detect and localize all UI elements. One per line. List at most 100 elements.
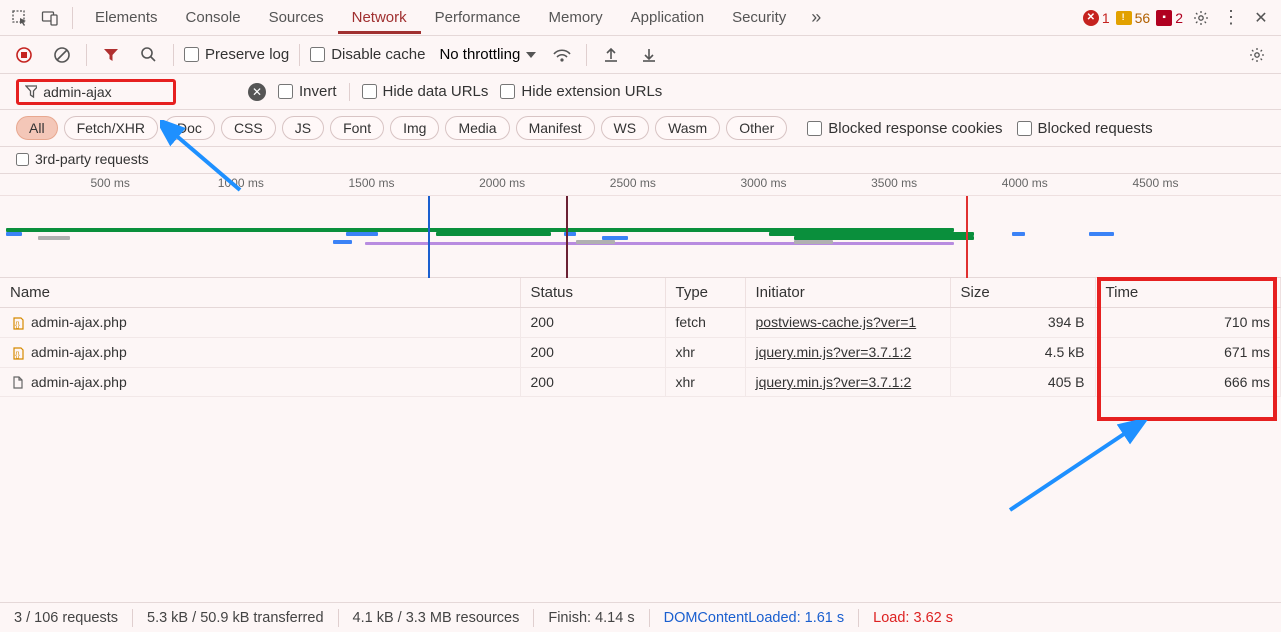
devtools-tab-bar: ElementsConsoleSourcesNetworkPerformance… (0, 0, 1281, 36)
record-button[interactable] (10, 41, 38, 69)
tab-console[interactable]: Console (172, 1, 255, 34)
status-bar: 3 / 106 requests 5.3 kB / 50.9 kB transf… (0, 602, 1281, 632)
type-chip-manifest[interactable]: Manifest (516, 116, 595, 140)
type-chip-fetchxhr[interactable]: Fetch/XHR (64, 116, 158, 140)
timeline-tick: 1500 ms (348, 176, 394, 190)
col-name[interactable]: Name (0, 278, 520, 308)
tab-application[interactable]: Application (617, 1, 718, 34)
kebab-menu-icon[interactable]: ⋮ (1217, 4, 1245, 32)
hide-data-input[interactable] (362, 84, 377, 99)
search-icon[interactable] (135, 41, 163, 69)
invert-checkbox[interactable]: Invert (278, 83, 337, 100)
tab-network[interactable]: Network (338, 1, 421, 34)
cell-status: 200 (520, 367, 665, 397)
cell-name: {}admin-ajax.php (0, 308, 520, 338)
request-table-container: Name Status Type Initiator Size Time {}a… (0, 278, 1281, 397)
cell-type: xhr (665, 337, 745, 367)
table-row[interactable]: {}admin-ajax.php200xhrjquery.min.js?ver=… (0, 337, 1281, 367)
hide-ext-urls-checkbox[interactable]: Hide extension URLs (500, 83, 662, 100)
initiator-link[interactable]: jquery.min.js?ver=3.7.1:2 (756, 374, 912, 390)
disable-cache-checkbox[interactable]: Disable cache (310, 46, 425, 63)
invert-label: Invert (299, 83, 337, 100)
throttling-select[interactable]: No throttling (435, 44, 538, 65)
tab-elements[interactable]: Elements (81, 1, 172, 34)
disable-cache-input[interactable] (310, 47, 325, 62)
blocked-requests-input[interactable] (1017, 121, 1032, 136)
cell-initiator: jquery.min.js?ver=3.7.1:2 (745, 337, 950, 367)
svg-text:{}: {} (15, 322, 20, 329)
settings-icon[interactable] (1187, 4, 1215, 32)
clear-button[interactable] (48, 41, 76, 69)
preserve-log-checkbox[interactable]: Preserve log (184, 46, 289, 63)
clear-filter-icon[interactable]: ✕ (248, 83, 266, 101)
type-chip-doc[interactable]: Doc (164, 116, 215, 140)
type-chip-img[interactable]: Img (390, 116, 439, 140)
timeline-overview[interactable]: 500 ms1000 ms1500 ms2000 ms2500 ms3000 m… (0, 174, 1281, 278)
filter-input[interactable] (43, 84, 167, 100)
third-party-checkbox[interactable]: 3rd-party requests (0, 147, 1281, 174)
error-badge[interactable]: ✕1 (1081, 10, 1112, 26)
blocked-cookies-checkbox[interactable]: Blocked response cookies (807, 120, 1002, 137)
network-conditions-icon[interactable] (548, 41, 576, 69)
blocked-requests-checkbox[interactable]: Blocked requests (1017, 120, 1153, 137)
type-chip-media[interactable]: Media (445, 116, 509, 140)
inspect-element-icon[interactable] (6, 4, 34, 32)
tab-memory[interactable]: Memory (535, 1, 617, 34)
network-settings-icon[interactable] (1243, 41, 1271, 69)
type-chip-all[interactable]: All (16, 116, 58, 140)
cell-initiator: jquery.min.js?ver=3.7.1:2 (745, 367, 950, 397)
close-devtools-icon[interactable]: ✕ (1247, 4, 1275, 32)
type-chip-ws[interactable]: WS (601, 116, 650, 140)
tab-security[interactable]: Security (718, 1, 800, 34)
preserve-log-label: Preserve log (205, 46, 289, 63)
sb-finish: Finish: 4.14 s (548, 610, 634, 626)
divider (173, 44, 174, 66)
initiator-link[interactable]: postviews-cache.js?ver=1 (756, 314, 917, 330)
timeline-tick: 3500 ms (871, 176, 917, 190)
blocked-cookies-input[interactable] (807, 121, 822, 136)
invert-input[interactable] (278, 84, 293, 99)
hide-ext-label: Hide extension URLs (521, 83, 662, 100)
preserve-log-input[interactable] (184, 47, 199, 62)
more-tabs-button[interactable]: » (802, 4, 830, 32)
cell-time: 710 ms (1095, 308, 1281, 338)
type-chip-css[interactable]: CSS (221, 116, 276, 140)
col-status[interactable]: Status (520, 278, 665, 308)
type-chip-wasm[interactable]: Wasm (655, 116, 720, 140)
blocked-cookies-label: Blocked response cookies (828, 120, 1002, 137)
col-initiator[interactable]: Initiator (745, 278, 950, 308)
col-time[interactable]: Time (1095, 278, 1281, 308)
type-chip-other[interactable]: Other (726, 116, 787, 140)
initiator-link[interactable]: jquery.min.js?ver=3.7.1:2 (756, 344, 912, 360)
timeline-ruler: 500 ms1000 ms1500 ms2000 ms2500 ms3000 m… (0, 174, 1281, 196)
warning-badge[interactable]: 56 (1114, 10, 1153, 26)
hide-data-urls-checkbox[interactable]: Hide data URLs (362, 83, 489, 100)
cell-time: 671 ms (1095, 337, 1281, 367)
third-party-input[interactable] (16, 153, 29, 166)
issues-badge[interactable]: ▪2 (1154, 10, 1185, 26)
col-size[interactable]: Size (950, 278, 1095, 308)
type-chip-js[interactable]: JS (282, 116, 324, 140)
tab-sources[interactable]: Sources (255, 1, 338, 34)
export-har-icon[interactable] (635, 41, 663, 69)
col-type[interactable]: Type (665, 278, 745, 308)
tab-performance[interactable]: Performance (421, 1, 535, 34)
script-icon: {} (10, 346, 25, 361)
import-har-icon[interactable] (597, 41, 625, 69)
timeline-tick: 2000 ms (479, 176, 525, 190)
filter-icon[interactable] (97, 41, 125, 69)
table-row[interactable]: admin-ajax.php200xhrjquery.min.js?ver=3.… (0, 367, 1281, 397)
device-toolbar-icon[interactable] (36, 4, 64, 32)
hide-data-label: Hide data URLs (383, 83, 489, 100)
error-count: 1 (1102, 10, 1110, 26)
table-row[interactable]: {}admin-ajax.php200fetchpostviews-cache.… (0, 308, 1281, 338)
filter-bar: ✕ Invert Hide data URLs Hide extension U… (0, 74, 1281, 110)
divider (349, 83, 350, 101)
throttling-select-input[interactable]: No throttling (435, 44, 538, 65)
type-chip-font[interactable]: Font (330, 116, 384, 140)
cell-time: 666 ms (1095, 367, 1281, 397)
timeline-tick: 500 ms (90, 176, 129, 190)
hide-ext-input[interactable] (500, 84, 515, 99)
timeline-tick: 4000 ms (1002, 176, 1048, 190)
divider (299, 44, 300, 66)
